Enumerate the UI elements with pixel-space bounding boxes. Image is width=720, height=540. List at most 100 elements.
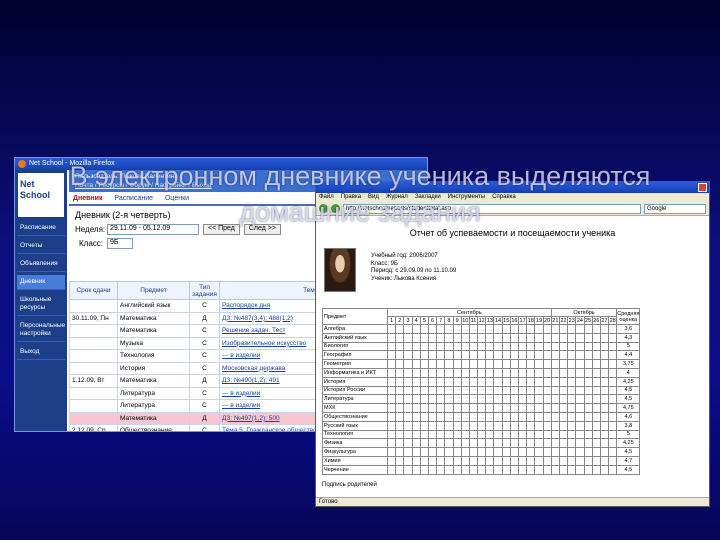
grade-cell	[534, 332, 544, 343]
grade-cell	[460, 429, 470, 440]
grade-cell	[591, 341, 601, 352]
grade-cell	[583, 438, 593, 449]
grade-cell	[567, 394, 577, 405]
grade-cell	[534, 341, 544, 352]
grade-cell	[452, 324, 462, 334]
grade-cell	[436, 359, 446, 369]
class-select[interactable]: 9Б	[107, 237, 133, 249]
cell-average: 4,5	[616, 464, 641, 475]
grade-cell	[493, 350, 503, 361]
sidebar-item-logout[interactable]: Выход	[17, 345, 65, 360]
cell-subject: Обществознание	[117, 424, 190, 431]
cell-date: 2.12.09, Ср	[69, 424, 118, 431]
day-header: 2	[395, 316, 405, 325]
grade-cell	[403, 376, 413, 387]
grade-cell	[444, 447, 454, 457]
grade-cell	[493, 429, 503, 440]
grade-cell	[403, 464, 413, 475]
grade-cell	[419, 385, 429, 396]
grade-cell	[534, 403, 544, 413]
grade-cell	[608, 420, 618, 431]
grade-cell	[526, 376, 536, 387]
grade-cell	[558, 367, 569, 378]
grade-cell	[517, 350, 528, 361]
grade-cell	[591, 359, 601, 369]
grade-cell	[550, 438, 560, 449]
grade-cell	[575, 411, 585, 422]
close-icon[interactable]	[698, 183, 707, 192]
day-header: 10	[460, 316, 470, 325]
grade-cell	[460, 420, 470, 431]
cell-date	[69, 361, 118, 375]
grade-cell	[599, 438, 610, 449]
sidebar-item-resources[interactable]: Школьные ресурсы	[17, 293, 65, 316]
grade-cell	[501, 447, 511, 457]
grade-cell	[403, 367, 413, 378]
grade-cell	[583, 376, 593, 387]
grade-cell	[608, 359, 618, 369]
grade-cell	[452, 367, 462, 378]
grade-cell	[452, 420, 462, 431]
day-header: 23	[567, 316, 577, 325]
grade-cell	[493, 455, 503, 466]
grade-cell	[485, 455, 495, 466]
grade-cell	[493, 376, 503, 387]
sidebar-item-reports[interactable]: Отчеты	[17, 239, 65, 254]
grade-cell	[599, 367, 610, 378]
grade-cell	[501, 420, 511, 431]
grade-cell	[468, 403, 479, 413]
grade-cell	[608, 350, 618, 361]
grade-cell	[460, 359, 470, 369]
grade-cell	[575, 420, 585, 431]
grade-cell	[403, 447, 413, 457]
day-header: 6	[427, 316, 438, 325]
grade-cell	[509, 394, 520, 405]
col-header-subject: Предмет	[322, 308, 388, 325]
grade-cell	[550, 385, 560, 396]
grade-cell	[509, 411, 520, 422]
grade-cell	[386, 324, 397, 334]
grade-cell	[599, 324, 610, 334]
grade-cell	[542, 332, 552, 343]
grade-cell	[485, 447, 495, 457]
grade-cell	[550, 455, 560, 466]
grade-cell	[599, 332, 610, 343]
grade-cell	[542, 429, 552, 440]
grade-cell	[608, 447, 618, 457]
table-row: История России 4,5	[322, 385, 641, 396]
grade-cell	[558, 464, 569, 475]
grade-cell	[427, 324, 438, 334]
grade-cell	[526, 438, 536, 449]
grade-cell	[509, 359, 520, 369]
cell-subject: Литература	[322, 394, 388, 405]
grade-cell	[460, 447, 470, 457]
grade-cell	[460, 438, 470, 449]
cell-subject: Русский язык	[322, 420, 388, 431]
grade-cell	[591, 447, 601, 457]
grade-cell	[403, 385, 413, 396]
grade-cell	[517, 438, 528, 449]
grade-cell	[591, 464, 601, 475]
grade-cell	[599, 447, 610, 457]
grade-cell	[526, 411, 536, 422]
grade-cell	[427, 447, 438, 457]
student-photo	[324, 248, 356, 292]
grade-cell	[444, 367, 454, 378]
grade-cell	[526, 429, 536, 440]
grade-cell	[542, 324, 552, 334]
grade-cell	[608, 464, 618, 475]
grade-cell	[558, 376, 569, 387]
sidebar-item-schedule[interactable]: Расписание	[17, 221, 65, 236]
grade-cell	[591, 411, 601, 422]
grade-cell	[460, 455, 470, 466]
sidebar-item-diary[interactable]: Дневник	[17, 275, 65, 290]
grade-cell	[477, 341, 487, 352]
sidebar-item-announcements[interactable]: Объявления	[17, 257, 65, 272]
grade-cell	[419, 359, 429, 369]
cell-subject: Химия	[322, 455, 388, 466]
grade-cell	[403, 455, 413, 466]
sidebar-item-settings[interactable]: Персональные настройки	[17, 319, 65, 342]
grade-cell	[452, 447, 462, 457]
grade-cell	[509, 385, 520, 396]
grade-cell	[444, 394, 454, 405]
